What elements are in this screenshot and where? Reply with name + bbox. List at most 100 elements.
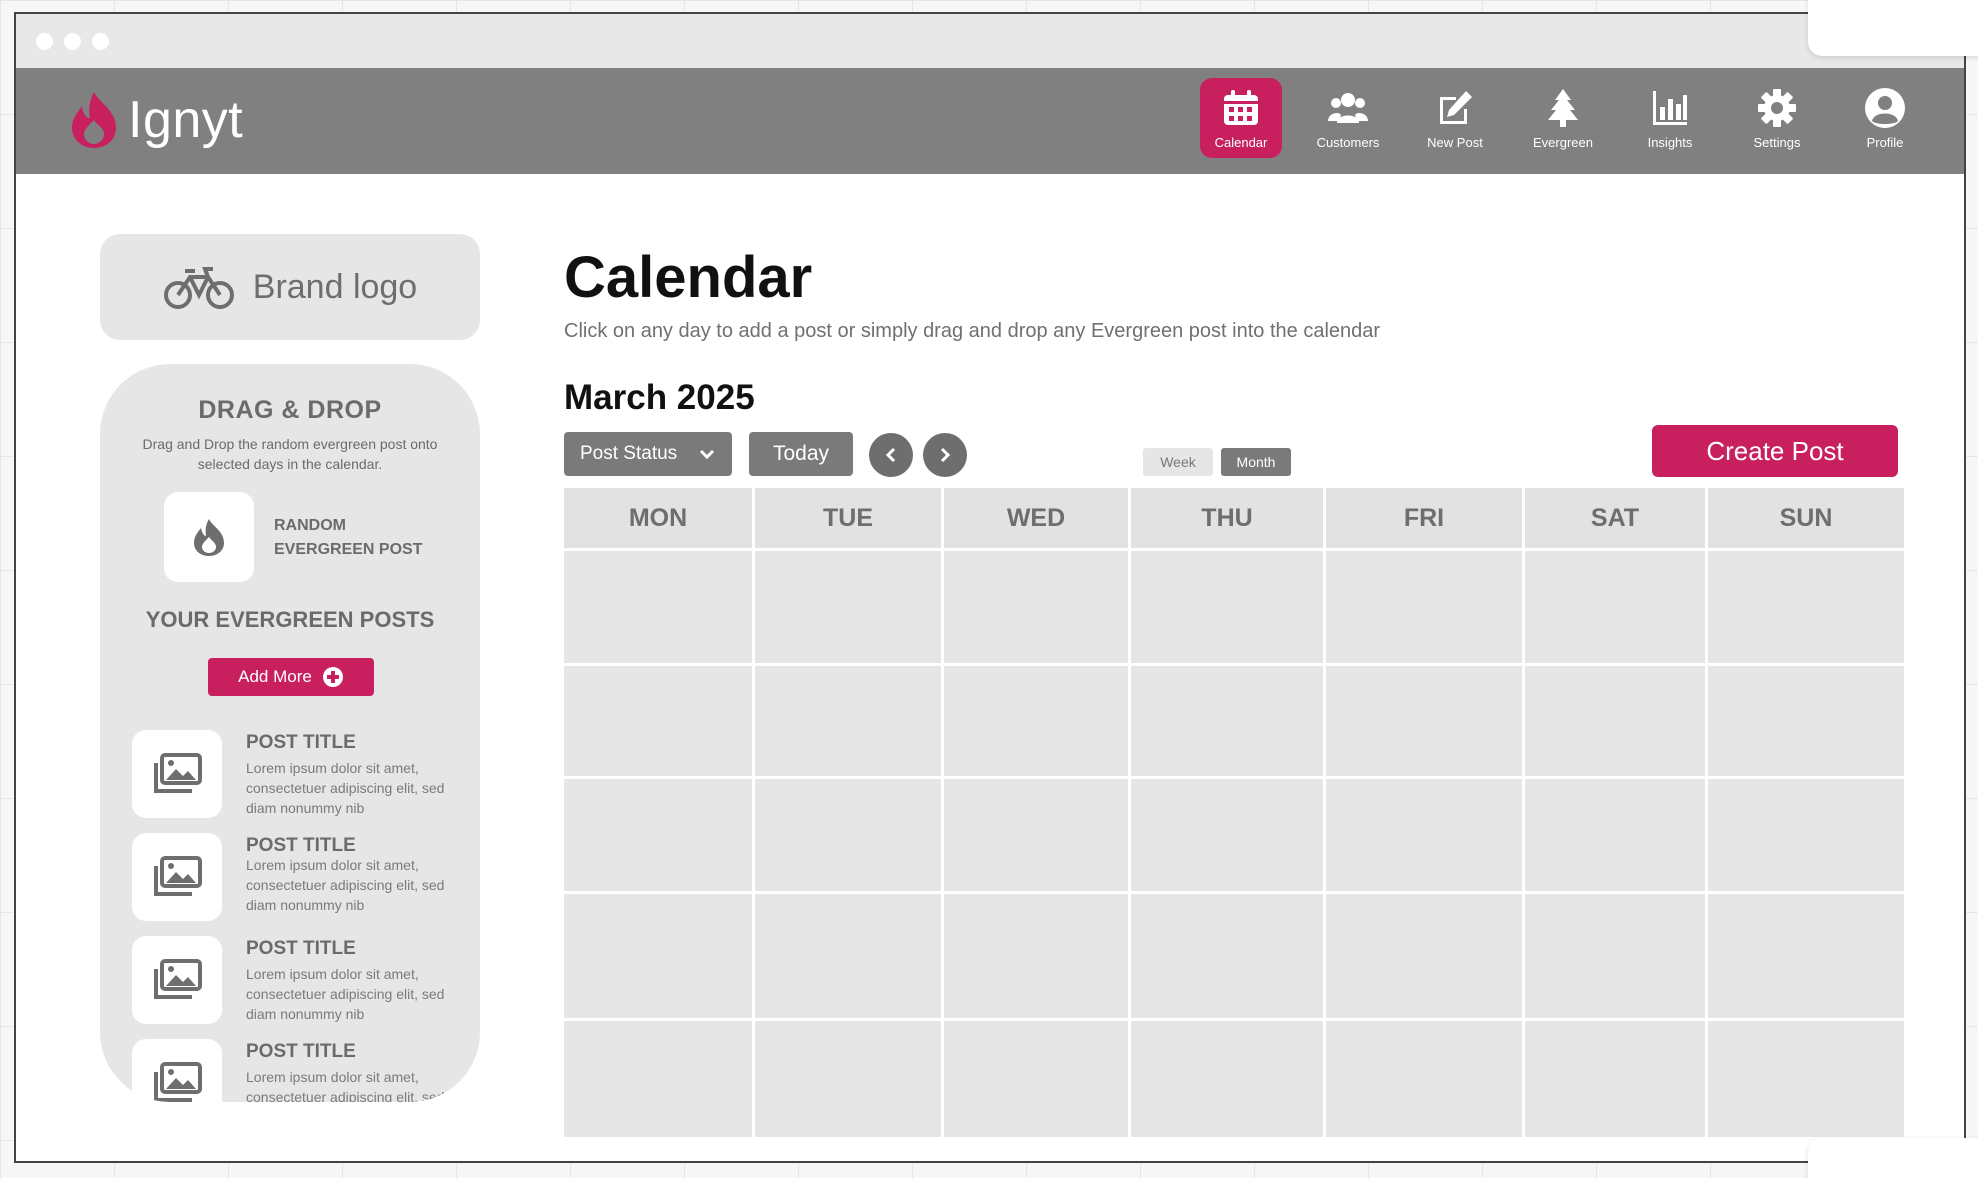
page-subtitle: Click on any day to add a post or simply… — [564, 320, 1381, 342]
flame-icon — [194, 519, 224, 556]
nav-label-settings: Settings — [1753, 134, 1801, 150]
calendar-day-cell[interactable] — [1708, 894, 1904, 1018]
view-week-button[interactable]: Week — [1143, 448, 1213, 476]
calendar-day-cell[interactable] — [564, 779, 752, 891]
plus-circle-icon — [322, 667, 343, 687]
calendar-day-cell[interactable] — [1525, 894, 1705, 1018]
create-post-label: Create Post — [1706, 435, 1844, 466]
calendar-day-cell[interactable] — [564, 1021, 752, 1137]
calendar-day-cell[interactable] — [755, 1021, 941, 1137]
nav-calendar[interactable]: Calendar — [1200, 78, 1282, 158]
add-more-label: Add More — [238, 667, 312, 686]
image-gallery-icon — [154, 753, 202, 793]
brand-logo-text: Brand logo — [252, 267, 418, 306]
post-title: POST TITLE — [246, 938, 356, 959]
weekday-header-sun: SUN — [1708, 488, 1904, 548]
post-excerpt: Lorem ipsum dolor sit amet, consectetuer… — [246, 1069, 445, 1102]
edit-icon — [1440, 90, 1472, 124]
weekday-header-wed: WED — [944, 488, 1128, 548]
create-post-button[interactable]: Create Post — [1652, 425, 1898, 477]
brand-logo-placeholder: Brand logo — [100, 234, 480, 340]
calendar-day-cell[interactable] — [1131, 551, 1323, 663]
calendar-day-cell[interactable] — [755, 551, 941, 663]
current-month: March 2025 — [564, 378, 755, 417]
weekday-header-tue: TUE — [755, 488, 941, 548]
calendar-day-cell[interactable] — [564, 666, 752, 776]
today-button[interactable]: Today — [749, 432, 853, 476]
calendar-day-cell[interactable] — [755, 779, 941, 891]
calendar-day-cell[interactable] — [944, 1021, 1128, 1137]
post-status-dropdown[interactable]: Post Status — [564, 432, 732, 476]
calendar-day-cell[interactable] — [755, 666, 941, 776]
calendar-day-cell[interactable] — [1708, 779, 1904, 891]
calendar-day-cell[interactable] — [1708, 551, 1904, 663]
window-maximize-dot[interactable] — [92, 33, 109, 50]
calendar-day-cell[interactable] — [755, 894, 941, 1018]
weekday-header-fri: FRI — [1326, 488, 1522, 548]
nav-label-customers: Customers — [1316, 134, 1380, 150]
calendar-day-cell[interactable] — [944, 779, 1128, 891]
app-logo[interactable]: Ignyt — [68, 90, 243, 150]
evergreen-post-item[interactable]: POST TITLE Lorem ipsum dolor sit amet, c… — [132, 1039, 462, 1102]
nav-settings[interactable]: Settings — [1736, 78, 1818, 158]
view-month-label: Month — [1236, 454, 1276, 470]
nav-customers[interactable]: Customers — [1307, 78, 1389, 158]
chevron-left-icon — [885, 447, 896, 463]
weekday-header-sat: SAT — [1525, 488, 1705, 548]
calendar-day-cell[interactable] — [564, 551, 752, 663]
post-title: POST TITLE — [246, 1041, 356, 1062]
post-status-label: Post Status — [580, 443, 678, 464]
calendar-day-cell[interactable] — [944, 551, 1128, 663]
calendar-day-cell[interactable] — [1525, 551, 1705, 663]
post-thumbnail — [132, 730, 222, 818]
evergreen-post-item[interactable]: POST TITLE Lorem ipsum dolor sit amet, c… — [132, 833, 462, 925]
window-titlebar — [16, 14, 1964, 68]
evergreen-post-item[interactable]: POST TITLE Lorem ipsum dolor sit amet, c… — [132, 936, 462, 1028]
prev-month-button[interactable] — [869, 433, 913, 477]
calendar-day-cell[interactable] — [1326, 551, 1522, 663]
calendar-day-cell[interactable] — [1131, 1021, 1323, 1137]
image-gallery-icon — [154, 1062, 202, 1102]
calendar-day-cell[interactable] — [1326, 779, 1522, 891]
calendar-grid: MON TUE WED THU FRI SAT SUN — [564, 488, 1904, 1137]
post-excerpt: Lorem ipsum dolor sit amet, consectetuer… — [246, 966, 445, 1022]
calendar-day-cell[interactable] — [1326, 666, 1522, 776]
post-excerpt: Lorem ipsum dolor sit amet, consectetuer… — [246, 857, 445, 913]
calendar-day-cell[interactable] — [944, 894, 1128, 1018]
evergreen-post-item[interactable]: POST TITLE Lorem ipsum dolor sit amet, c… — [132, 730, 462, 822]
view-month-button[interactable]: Month — [1221, 448, 1291, 476]
random-evergreen-post-tile[interactable] — [164, 492, 254, 582]
calendar-day-cell[interactable] — [1131, 894, 1323, 1018]
calendar-day-cell[interactable] — [1525, 1021, 1705, 1137]
nav-label-evergreen: Evergreen — [1533, 134, 1593, 150]
calendar-day-cell[interactable] — [564, 894, 752, 1018]
calendar-day-cell[interactable] — [1131, 666, 1323, 776]
app-window: Ignyt Calendar Customers New Post Evergr… — [14, 12, 1966, 1163]
nav-label-profile: Profile — [1866, 134, 1904, 150]
calendar-day-cell[interactable] — [1326, 1021, 1522, 1137]
nav-new-post[interactable]: New Post — [1414, 78, 1496, 158]
add-more-button[interactable]: Add More — [208, 658, 374, 696]
nav-evergreen[interactable]: Evergreen — [1522, 78, 1604, 158]
nav-insights[interactable]: Insights — [1629, 78, 1711, 158]
calendar-day-cell[interactable] — [1131, 779, 1323, 891]
window-close-dot[interactable] — [36, 33, 53, 50]
bar-chart-icon — [1653, 90, 1687, 125]
calendar-day-cell[interactable] — [1525, 666, 1705, 776]
nav-label-calendar: Calendar — [1214, 134, 1268, 150]
next-month-button[interactable] — [923, 433, 967, 477]
window-minimize-dot[interactable] — [64, 33, 81, 50]
calendar-day-cell[interactable] — [944, 666, 1128, 776]
tree-icon — [1548, 88, 1578, 127]
calendar-day-cell[interactable] — [1708, 666, 1904, 776]
calendar-day-cell[interactable] — [1525, 779, 1705, 891]
nav-profile[interactable]: Profile — [1844, 78, 1926, 158]
post-title: POST TITLE — [246, 835, 356, 856]
image-gallery-icon — [154, 856, 202, 896]
chevron-down-icon — [699, 449, 715, 460]
calendar-icon — [1224, 89, 1258, 125]
calendar-day-cell[interactable] — [1326, 894, 1522, 1018]
post-title: POST TITLE — [246, 732, 356, 753]
calendar-day-cell[interactable] — [1708, 1021, 1904, 1137]
doodle-icon — [1830, 0, 1930, 38]
